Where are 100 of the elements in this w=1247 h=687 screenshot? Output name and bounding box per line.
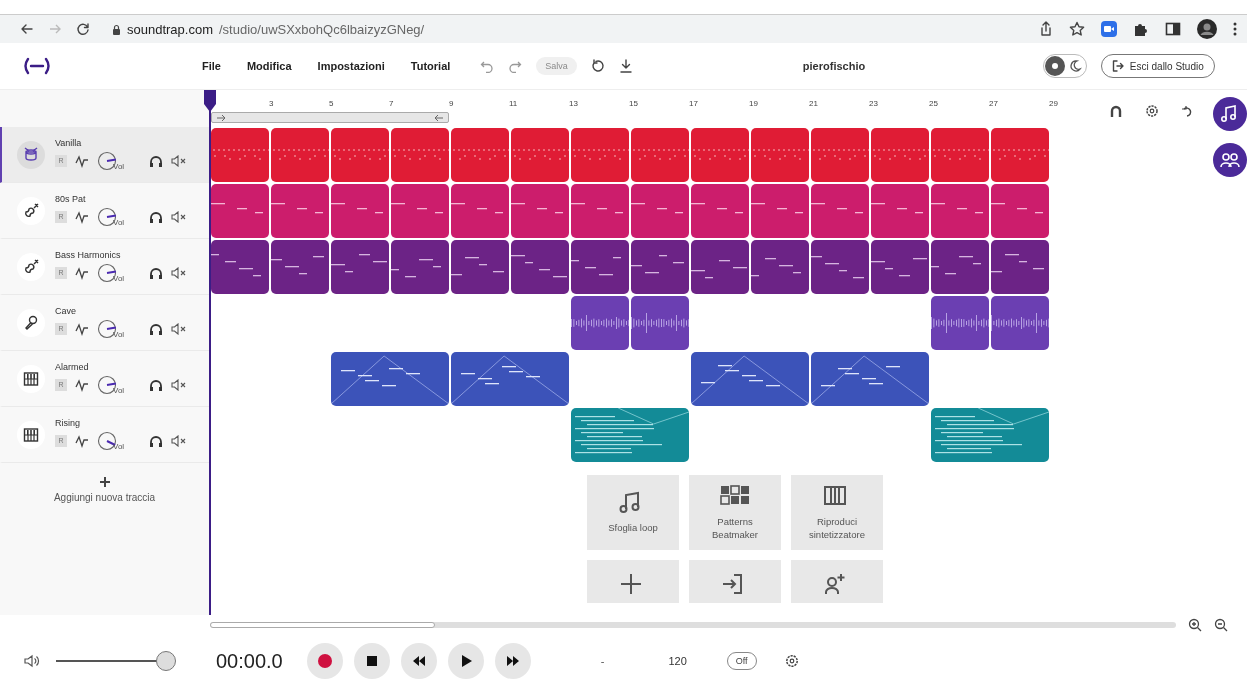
track-clip[interactable] [931, 296, 989, 350]
history-icon[interactable] [590, 59, 605, 73]
mute-icon[interactable] [171, 211, 186, 223]
track-clip[interactable] [631, 296, 689, 350]
automation-icon[interactable] [75, 210, 89, 224]
track-clip[interactable] [931, 128, 989, 182]
track-clip[interactable] [631, 128, 689, 182]
automation-icon[interactable] [75, 378, 89, 392]
reload-icon[interactable] [76, 22, 90, 36]
mute-icon[interactable] [171, 267, 186, 279]
track-clip[interactable] [571, 184, 629, 238]
redo-icon[interactable] [508, 59, 523, 73]
track-clip[interactable] [331, 240, 389, 294]
action-tile[interactable] [587, 560, 679, 603]
menu-item[interactable]: Modifica [236, 56, 302, 76]
track-clip[interactable] [391, 240, 449, 294]
track-clip[interactable] [631, 184, 689, 238]
action-tile[interactable]: Sfoglia loop [587, 475, 679, 550]
track-clip[interactable] [571, 240, 629, 294]
scrollbar-thumb[interactable] [210, 622, 435, 628]
track-clip[interactable] [991, 240, 1049, 294]
track-clip[interactable] [271, 184, 329, 238]
track-clip[interactable] [511, 184, 569, 238]
track-clip[interactable] [811, 352, 929, 406]
track-clip[interactable] [691, 128, 749, 182]
horizontal-scrollbar[interactable] [210, 622, 1176, 628]
record-button[interactable] [306, 643, 343, 679]
track-clip[interactable] [571, 408, 689, 462]
play-button[interactable] [447, 643, 484, 679]
add-track-button[interactable]: Aggiungi nuova traccia [47, 475, 162, 504]
track-clip[interactable] [991, 296, 1049, 350]
track-clip[interactable] [811, 240, 869, 294]
track-clip[interactable] [451, 184, 509, 238]
track-clip[interactable] [871, 240, 929, 294]
music-note-icon[interactable] [1213, 97, 1247, 131]
track-clip[interactable] [871, 128, 929, 182]
track-clip[interactable] [451, 240, 509, 294]
share-icon[interactable] [1039, 21, 1053, 37]
sun-icon[interactable] [1044, 56, 1065, 76]
track-clip[interactable] [391, 184, 449, 238]
track-clip[interactable] [871, 184, 929, 238]
track-clip[interactable] [991, 128, 1049, 182]
automation-icon[interactable] [75, 434, 89, 448]
more-menu-icon[interactable] [1233, 22, 1237, 36]
stop-button[interactable] [353, 643, 390, 679]
action-tile[interactable]: Patterns Beatmaker [689, 475, 781, 550]
track-clip[interactable] [751, 184, 809, 238]
track-clip[interactable] [331, 352, 449, 406]
menu-item[interactable]: Impostazioni [307, 56, 395, 76]
undo-icon[interactable] [480, 59, 495, 73]
track-clip[interactable] [931, 184, 989, 238]
headphones-icon[interactable] [149, 210, 163, 224]
mute-icon[interactable] [171, 323, 186, 335]
track-clip[interactable] [931, 408, 1049, 462]
puzzle-icon[interactable] [1133, 21, 1149, 37]
headphones-icon[interactable] [149, 434, 163, 448]
headphones-icon[interactable] [149, 378, 163, 392]
automation-icon[interactable] [75, 154, 89, 168]
track-clip[interactable] [811, 184, 869, 238]
track-clip[interactable] [691, 352, 809, 406]
metronome-toggle[interactable]: Off [726, 652, 757, 670]
track-clip[interactable] [331, 128, 389, 182]
headphones-icon[interactable] [149, 322, 163, 336]
mute-icon[interactable] [171, 379, 186, 391]
track-clip[interactable] [331, 184, 389, 238]
track-clip[interactable] [691, 240, 749, 294]
track-clip[interactable] [751, 128, 809, 182]
track-clip[interactable] [271, 240, 329, 294]
track-clip[interactable] [511, 128, 569, 182]
exit-button[interactable]: Esci dallo Studio [1100, 54, 1215, 78]
track-clip[interactable] [631, 240, 689, 294]
track-clip[interactable] [391, 128, 449, 182]
track-clip[interactable] [211, 240, 269, 294]
zoom-in-icon[interactable] [1188, 618, 1202, 632]
track-clip[interactable] [211, 184, 269, 238]
track-clip[interactable] [271, 128, 329, 182]
back-arrow-icon[interactable] [20, 22, 34, 36]
zoom-out-icon[interactable] [1214, 618, 1228, 632]
track-clip[interactable] [451, 128, 509, 182]
video-camera-icon[interactable] [1101, 21, 1117, 37]
mute-icon[interactable] [171, 435, 186, 447]
rewind-button[interactable] [400, 643, 437, 679]
track-clip[interactable] [811, 128, 869, 182]
track-clip[interactable] [931, 240, 989, 294]
star-icon[interactable] [1069, 21, 1085, 37]
headphones-icon[interactable] [149, 266, 163, 280]
magnet-icon[interactable] [1109, 104, 1123, 118]
playhead-icon[interactable] [203, 90, 217, 112]
people-icon[interactable] [1213, 143, 1247, 177]
settings-icon[interactable] [1145, 104, 1159, 118]
fast-forward-button[interactable] [494, 643, 531, 679]
speaker-icon[interactable] [24, 654, 40, 668]
track-clip[interactable] [751, 240, 809, 294]
track-clip[interactable] [691, 184, 749, 238]
track-clip[interactable] [211, 128, 269, 182]
address-field[interactable]: soundtrap.com /studio/uwSXxbohQc6lbaizyzGNeg/ [104, 18, 1025, 40]
track-clip[interactable] [571, 128, 629, 182]
menu-item[interactable]: File [192, 56, 231, 76]
action-tile[interactable]: Riproduci sintetizzatore [791, 475, 883, 550]
sidebar-icon[interactable] [1165, 21, 1181, 37]
